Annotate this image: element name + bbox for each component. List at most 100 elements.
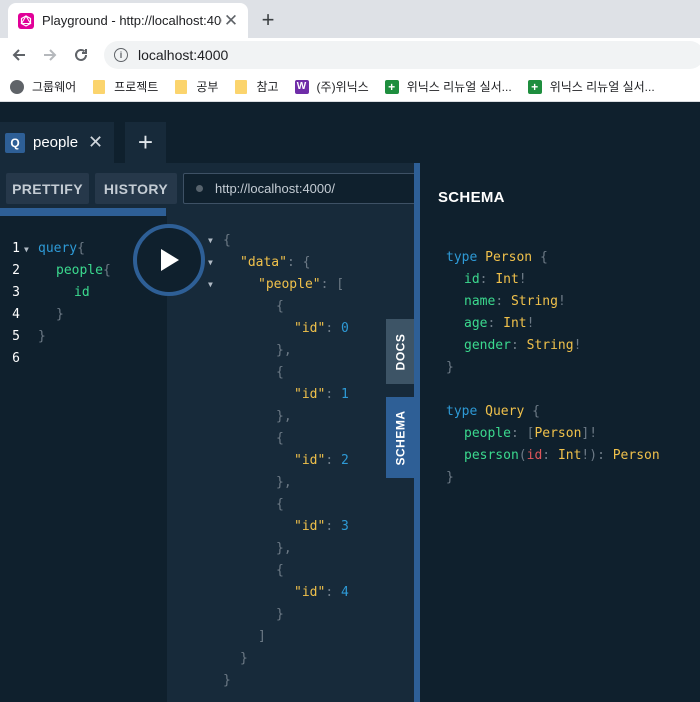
- result-people-key: "people": [258, 277, 321, 292]
- history-button[interactable]: HISTORY: [95, 173, 177, 204]
- folder-icon: [92, 79, 106, 94]
- line-number: 4: [12, 307, 20, 322]
- query-subfield: id: [74, 285, 90, 300]
- address-url: localhost:4000: [138, 47, 229, 63]
- type-name: Query: [485, 404, 525, 419]
- add-tab-button[interactable]: +: [125, 122, 166, 163]
- bookmark-label: 참고: [256, 80, 279, 94]
- code-line: {: [276, 299, 284, 314]
- code-line: "people": [: [258, 277, 345, 292]
- folder-icon: [234, 79, 248, 94]
- bookmark-label: (주)위닉스: [316, 80, 369, 94]
- folder-icon: [174, 79, 188, 94]
- field-name: age: [464, 316, 488, 331]
- field-name: people: [464, 426, 511, 441]
- code-line: }: [38, 329, 46, 344]
- docs-side-tab[interactable]: DOCS: [386, 319, 414, 384]
- arg-name: id: [526, 448, 543, 463]
- browser-tab-close-icon[interactable]: ✕: [222, 11, 240, 31]
- query-field: people: [56, 263, 103, 278]
- execute-query-button[interactable]: [133, 224, 205, 296]
- line-number: 3: [12, 285, 20, 300]
- endpoint-url: http://localhost:4000/: [215, 181, 335, 196]
- fold-arrow-icon[interactable]: ▼: [208, 230, 213, 252]
- schema-panel-title: SCHEMA: [438, 189, 505, 206]
- field-name: id: [464, 272, 480, 287]
- schema-line: }: [446, 470, 454, 485]
- schema-line: type Query {: [446, 404, 540, 419]
- forward-arrow-icon[interactable]: [38, 43, 62, 67]
- bookmark-study-folder[interactable]: 공부: [174, 78, 218, 95]
- field-name: name: [464, 294, 496, 309]
- connection-status-dot: [196, 185, 203, 192]
- result-id-line: "id": 3: [294, 519, 349, 534]
- fold-arrow-icon[interactable]: ▼: [24, 239, 29, 261]
- bookmark-winix-renewal-2[interactable]: + 위닉스 리뉴얼 실서...: [527, 78, 655, 95]
- result-id-value: 2: [340, 453, 349, 468]
- result-id-line: "id": 0: [294, 321, 349, 336]
- query-editor[interactable]: 1 2 3 4 5 6 ▼ query{ people{ id } }: [0, 216, 167, 702]
- result-id-key: "id": [294, 585, 326, 600]
- line-number: 6: [12, 351, 20, 366]
- fold-arrow-icon[interactable]: ▼: [208, 274, 213, 296]
- code-line: },: [276, 343, 292, 358]
- field-type: Int: [495, 272, 519, 287]
- bookmark-winix[interactable]: W (주)위닉스: [294, 78, 369, 95]
- code-line: id: [74, 282, 90, 304]
- bookmark-reference-folder[interactable]: 참고: [234, 78, 279, 95]
- site-info-icon[interactable]: i: [114, 48, 128, 62]
- field-type: String: [510, 294, 558, 309]
- query-keyword: query: [38, 241, 78, 256]
- bookmark-winix-renewal-1[interactable]: + 위닉스 리뉴얼 실서...: [384, 78, 512, 95]
- result-id-key: "id": [294, 453, 326, 468]
- bookmark-groupware[interactable]: 그룹웨어: [10, 78, 76, 95]
- field-name: gender: [464, 338, 511, 353]
- query-tab-label: people: [33, 134, 79, 151]
- schema-line: type Person {: [446, 250, 548, 265]
- query-tab-close-icon[interactable]: ✕: [88, 132, 103, 153]
- code-line: },: [276, 409, 292, 424]
- sheets-icon: +: [527, 79, 542, 94]
- result-id-value: 4: [340, 585, 349, 600]
- bookmarks-bar: 그룹웨어 프로젝트 공부 참고 W (주)위닉스 + 위닉스 리뉴얼 실서...…: [0, 72, 700, 102]
- schema-line: }: [446, 360, 454, 375]
- browser-tabstrip: Playground - http://localhost:4000 ✕ +: [0, 0, 700, 38]
- prettify-button[interactable]: PRETTIFY: [6, 173, 89, 204]
- line-number: 1: [12, 241, 20, 256]
- sheets-icon: +: [384, 79, 399, 94]
- address-bar[interactable]: i localhost:4000: [104, 41, 700, 69]
- code-line: {: [276, 365, 284, 380]
- code-line: },: [276, 541, 292, 556]
- result-id-value: 3: [340, 519, 349, 534]
- new-tab-button[interactable]: +: [256, 7, 280, 33]
- bookmark-label: 프로젝트: [114, 80, 159, 94]
- line-number: 5: [12, 329, 20, 344]
- back-arrow-icon[interactable]: [7, 43, 31, 67]
- bookmark-label: 공부: [196, 80, 219, 94]
- result-id-value: 0: [340, 321, 349, 336]
- schema-field: name: String!: [464, 294, 566, 309]
- browser-tab[interactable]: Playground - http://localhost:4000 ✕: [8, 3, 248, 38]
- code-line: query{: [38, 241, 85, 256]
- bookmark-label: 그룹웨어: [32, 80, 77, 94]
- play-icon: [161, 249, 179, 271]
- browser-toolbar: i localhost:4000: [0, 38, 700, 72]
- field-type: Person: [534, 426, 582, 441]
- reload-icon[interactable]: [69, 43, 93, 67]
- schema-side-tab[interactable]: SCHEMA: [386, 397, 414, 478]
- bookmark-label: 위닉스 리뉴얼 실서...: [406, 80, 512, 94]
- schema-field: gender: String!: [464, 338, 582, 353]
- line-number: 2: [12, 263, 20, 278]
- query-tab-people[interactable]: Q people ✕: [0, 122, 114, 163]
- code-line: people{: [56, 263, 111, 278]
- field-type: Int: [503, 316, 527, 331]
- schema-field: age: Int!: [464, 316, 535, 331]
- result-id-line: "id": 2: [294, 453, 349, 468]
- bookmark-project-folder[interactable]: 프로젝트: [92, 78, 158, 95]
- graphql-favicon-icon: [18, 12, 34, 29]
- fold-arrow-icon[interactable]: ▼: [208, 252, 213, 274]
- query-badge: Q: [5, 132, 25, 153]
- code-line: {: [223, 233, 231, 248]
- endpoint-input[interactable]: http://localhost:4000/: [183, 173, 423, 204]
- arg-type: Int: [557, 448, 582, 463]
